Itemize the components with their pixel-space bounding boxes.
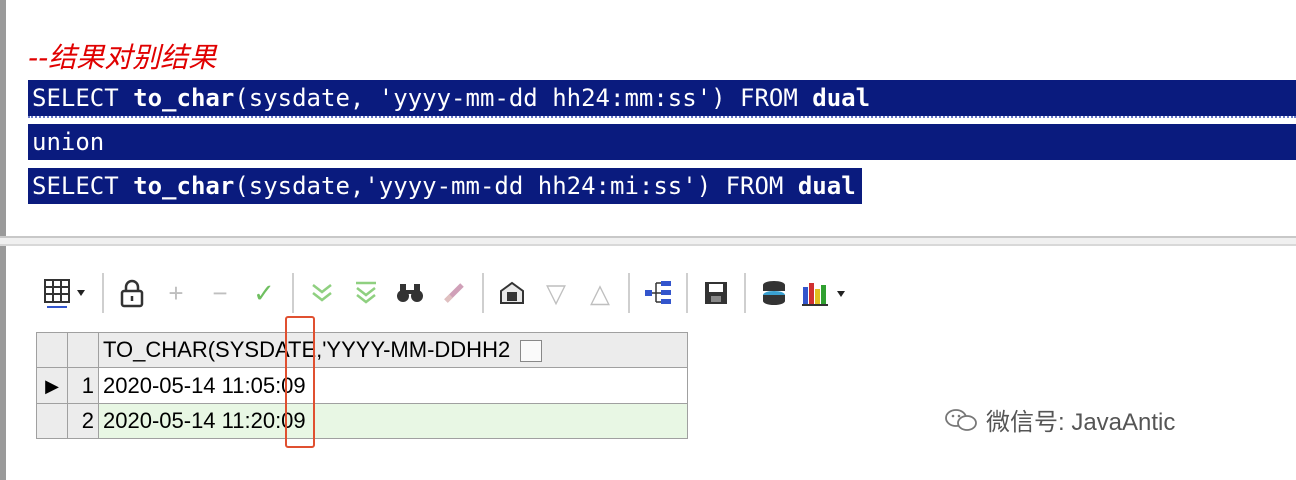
row-value[interactable]: 2020-05-14 11:20:09 (98, 403, 688, 439)
clear-icon[interactable] (432, 271, 476, 315)
wechat-icon (945, 408, 977, 431)
binoculars-icon[interactable] (388, 271, 432, 315)
tree-icon[interactable] (636, 271, 680, 315)
double-arrow-down-icon[interactable] (300, 271, 344, 315)
minus-icon[interactable]: − (198, 271, 242, 315)
stack-icon[interactable] (752, 271, 796, 315)
sql-function: to_char (133, 172, 235, 200)
export-icon[interactable] (490, 271, 534, 315)
column-header[interactable]: TO_CHAR(SYSDATE,'YYYY-MM-DDHH2 (98, 332, 688, 368)
results-grid[interactable]: TO_CHAR(SYSDATE,'YYYY-MM-DDHH2 ▶ 1 2020-… (36, 332, 688, 439)
watermark-label: 微信号: JavaAntic (986, 409, 1176, 436)
wechat-watermark: 微信号: JavaAntic (944, 402, 1175, 437)
check-icon[interactable]: ✓ (242, 271, 286, 315)
column-menu-button[interactable] (520, 340, 543, 363)
filter-icon[interactable] (344, 271, 388, 315)
table-row[interactable]: ▶ 1 2020-05-14 11:05:09 (36, 367, 688, 404)
toolbar-separator (102, 273, 104, 313)
sql-line-1[interactable]: SELECT to_char(sysdate, 'yyyy-mm-dd hh24… (28, 80, 1296, 116)
bar-chart-icon[interactable] (796, 271, 856, 315)
grid-icon[interactable] (36, 271, 96, 315)
sql-line-2[interactable]: union (28, 124, 1296, 160)
sql-editor[interactable]: --结果对别结果 SELECT to_char(sysdate, 'yyyy-m… (0, 0, 1296, 238)
row-number: 1 (67, 367, 99, 404)
row-value[interactable]: 2020-05-14 11:05:09 (98, 367, 688, 404)
results-toolbar: + − ✓ ▽ △ (36, 266, 856, 320)
sql-comment: --结果对别结果 (28, 41, 217, 74)
sql-args: (sysdate,'yyyy-mm-dd hh24:mi:ss') FROM (234, 172, 798, 200)
annotation-highlight-box (285, 316, 315, 448)
sql-args: (sysdate, 'yyyy-mm-dd hh24:mm:ss') FROM (234, 84, 813, 112)
toolbar-separator (292, 273, 294, 313)
sql-keyword-select: SELECT (32, 84, 134, 112)
row-number: 2 (67, 403, 99, 439)
grid-header-row: TO_CHAR(SYSDATE,'YYYY-MM-DDHH2 (36, 332, 688, 368)
sql-table: dual (797, 172, 856, 200)
row-indicator-header (36, 332, 68, 368)
toolbar-separator (482, 273, 484, 313)
toolbar-separator (628, 273, 630, 313)
row-indicator (36, 403, 68, 439)
toolbar-separator (744, 273, 746, 313)
sql-line-3[interactable]: SELECT to_char(sysdate,'yyyy-mm-dd hh24:… (28, 168, 862, 204)
pane-splitter[interactable] (0, 236, 1296, 246)
save-icon[interactable] (694, 271, 738, 315)
sql-keyword-select: SELECT (32, 172, 134, 200)
sql-table: dual (812, 84, 871, 112)
lock-icon[interactable] (110, 271, 154, 315)
current-row-icon: ▶ (36, 367, 68, 404)
triangle-down-icon[interactable]: ▽ (534, 271, 578, 315)
table-row[interactable]: 2 2020-05-14 11:20:09 (36, 403, 688, 439)
triangle-up-icon[interactable]: △ (578, 271, 622, 315)
row-number-header (67, 332, 99, 368)
toolbar-separator (686, 273, 688, 313)
sql-function: to_char (133, 84, 235, 112)
plus-icon[interactable]: + (154, 271, 198, 315)
results-panel: + − ✓ ▽ △ TO_CHAR(SYSDATE,'YYYY-MM-DDHH2… (0, 246, 1296, 480)
line-divider (28, 116, 1296, 118)
